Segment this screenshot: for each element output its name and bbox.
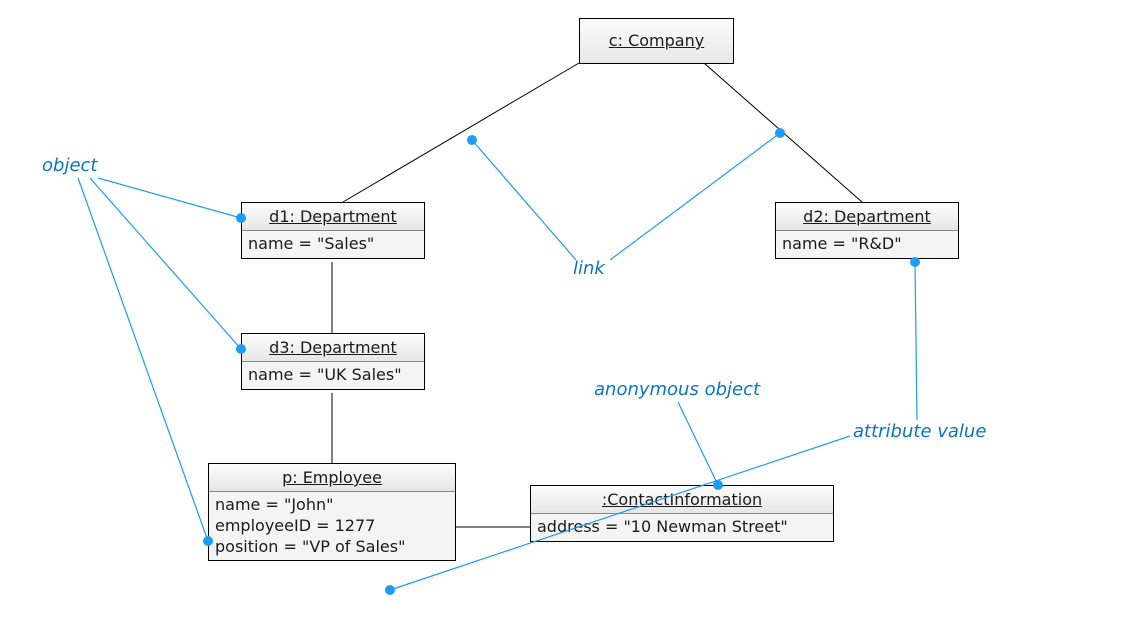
object-title: d2: Department [803,207,931,226]
object-company: c: Company [579,18,734,64]
object-contact-information: :ContactInformation address = "10 Newman… [530,485,834,542]
annotation-object: object [42,155,97,176]
object-d3: d3: Department name = "UK Sales" [241,333,425,390]
annotation-attribute-value: attribute value [853,421,986,442]
object-d1: d1: Department name = "Sales" [241,202,425,259]
callout-link [467,128,785,260]
object-attr: name = "John" [215,495,449,516]
object-attr: name = "Sales" [248,234,418,255]
object-title: p: Employee [282,468,382,487]
object-attr: employeeID = 1277 [215,516,449,537]
object-title: d3: Department [269,338,397,357]
object-attr: name = "R&D" [782,234,952,255]
callout-attribute-value [385,257,920,595]
link-layer [0,0,1127,638]
annotation-layer [0,0,1127,638]
object-title: d1: Department [269,207,397,226]
object-attr: position = "VP of Sales" [215,537,449,558]
object-d2: d2: Department name = "R&D" [775,202,959,259]
annotation-link: link [573,258,605,279]
object-employee: p: Employee name = "John" employeeID = 1… [208,463,456,561]
object-attr: address = "10 Newman Street" [537,517,827,538]
callout-anonymous-object [678,402,723,490]
annotation-anonymous-object: anonymous object [594,379,760,400]
object-title: c: Company [609,31,704,50]
object-attr: name = "UK Sales" [248,365,418,386]
object-title: :ContactInformation [602,490,762,509]
